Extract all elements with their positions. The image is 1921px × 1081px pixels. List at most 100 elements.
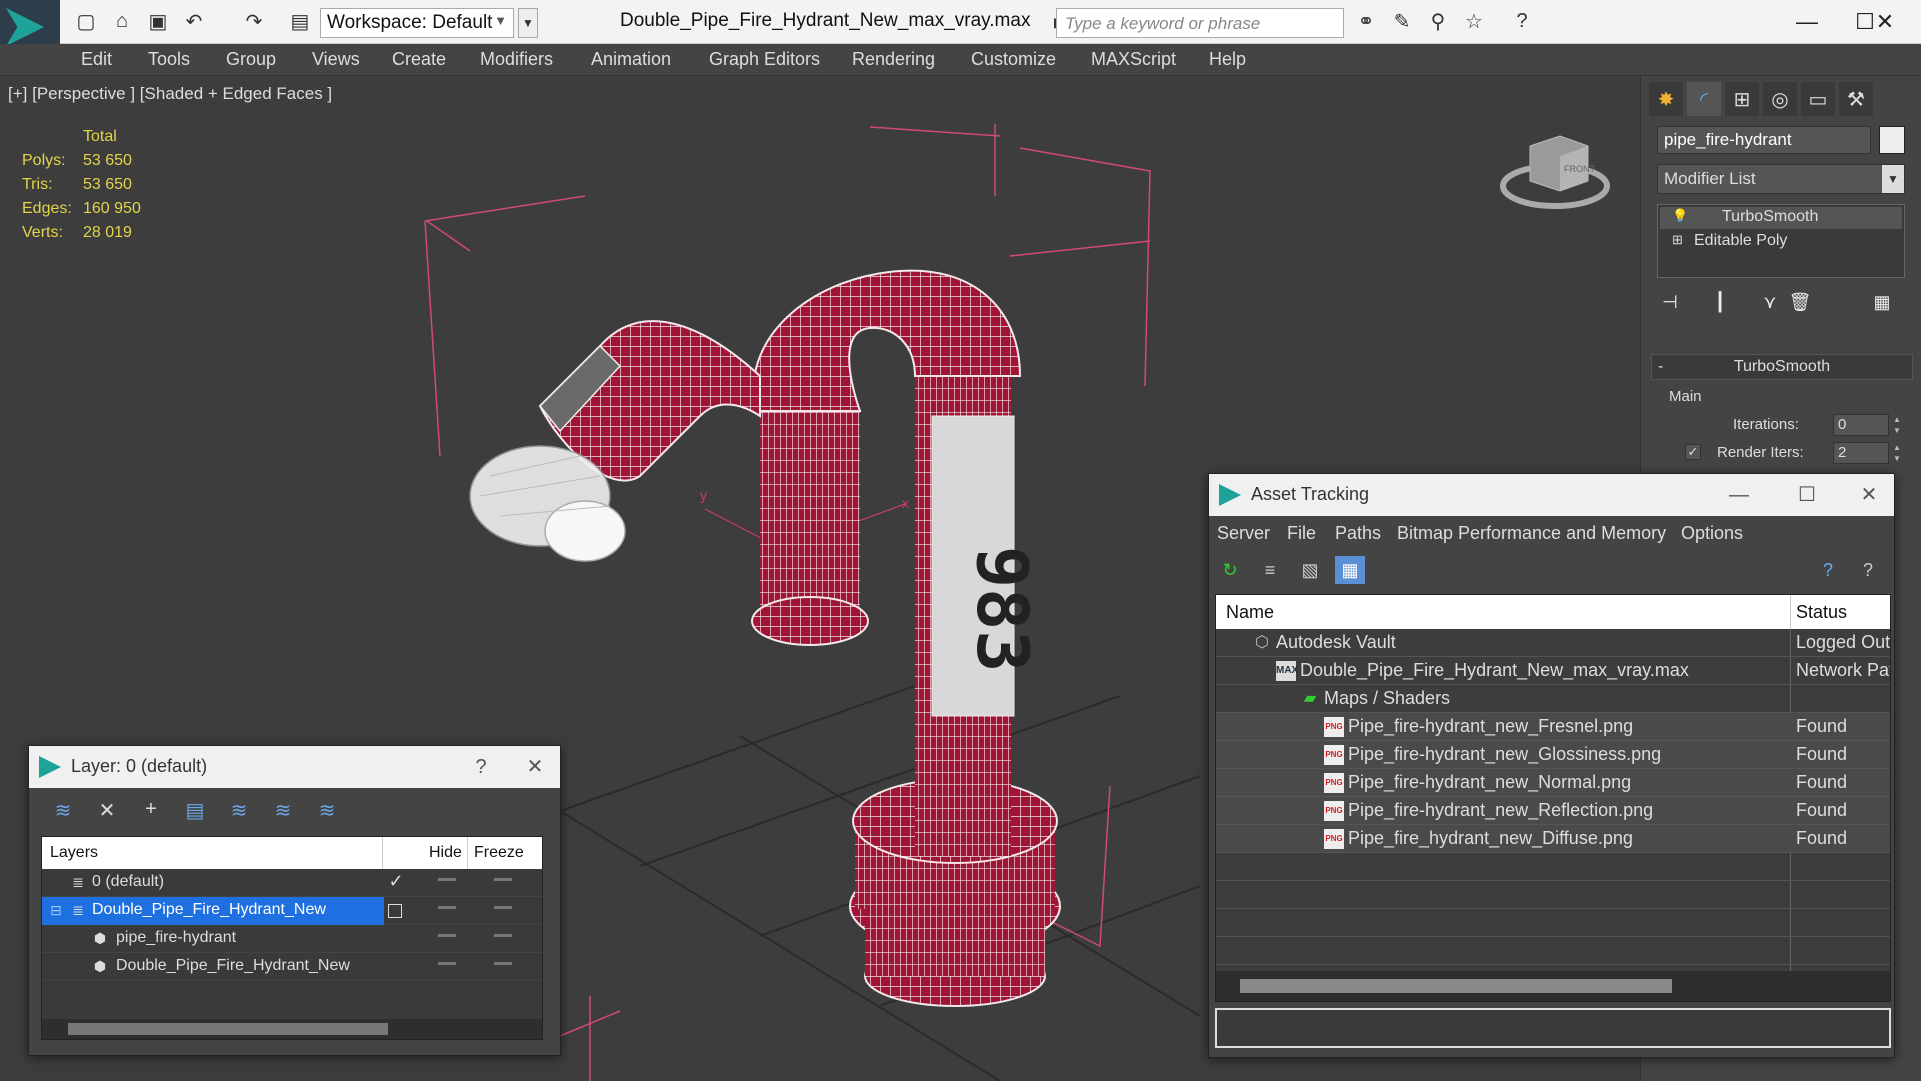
horizontal-scrollbar[interactable] [42, 1019, 542, 1039]
workspace-dropdown[interactable]: Workspace: Default ▼ [320, 8, 514, 38]
utilities-tab-icon[interactable]: ⚒ [1839, 82, 1873, 116]
column-layers[interactable]: Layers [50, 844, 98, 862]
freeze-toggle[interactable] [494, 962, 512, 965]
refresh-icon[interactable]: ↻ [1215, 556, 1245, 584]
set-active-layer-checkbox[interactable] [388, 904, 402, 918]
layer-row[interactable]: ⬢ pipe_fire-hydrant [42, 925, 542, 953]
active-layer-checkmark-icon[interactable]: ✓ [388, 871, 404, 891]
search-input[interactable]: Type a keyword or phrase [1056, 8, 1344, 38]
layer-row[interactable]: ⊟ ≣ Double_Pipe_Fire_Hydrant_New [42, 897, 542, 925]
motion-tab-icon[interactable]: ◎ [1763, 82, 1797, 116]
table-view-icon[interactable]: ▦ [1335, 556, 1365, 584]
menu-help[interactable]: Help [1209, 49, 1246, 70]
asset-row[interactable]: ⬡ Autodesk Vault Logged Out [1216, 629, 1890, 657]
object-color-swatch[interactable] [1879, 126, 1905, 154]
star-icon[interactable]: ☆ [1460, 8, 1488, 34]
menu-rendering[interactable]: Rendering [852, 49, 935, 70]
menu-views[interactable]: Views [312, 49, 360, 70]
hide-toggle[interactable] [438, 934, 456, 937]
freeze-toggle[interactable] [494, 906, 512, 909]
list-view-icon[interactable]: ≡ [1255, 556, 1285, 584]
context-help-icon[interactable]: ? [1853, 556, 1883, 584]
asset-row[interactable]: MAX Double_Pipe_Fire_Hydrant_New_max_vra… [1216, 657, 1890, 685]
add-to-layer-icon[interactable]: + [137, 798, 165, 824]
project-folder-icon[interactable]: ▤ [286, 8, 314, 34]
hide-toggle[interactable] [438, 962, 456, 965]
layer-row[interactable]: ≣ 0 (default) ✓ [42, 869, 542, 897]
hierarchy-tab-icon[interactable]: ⊞ [1725, 82, 1759, 116]
select-layer-icon[interactable]: ≋ [225, 798, 253, 824]
asset-path-field[interactable] [1215, 1008, 1891, 1048]
minimize-icon[interactable]: — [1784, 4, 1830, 40]
open-file-icon[interactable]: ⌂ [108, 8, 136, 34]
create-tab-icon[interactable]: ✸ [1649, 82, 1683, 116]
menu-create[interactable]: Create [392, 49, 446, 70]
menu-maxscript[interactable]: MAXScript [1091, 49, 1176, 70]
make-unique-icon[interactable]: ⋎ [1757, 292, 1783, 318]
close-icon[interactable]: ✕ [517, 752, 553, 782]
close-icon[interactable]: ✕ [1851, 480, 1887, 510]
highlight-layer-icon[interactable]: ≋ [269, 798, 297, 824]
column-freeze[interactable]: Freeze [474, 844, 524, 862]
configure-sets-icon[interactable]: ▦ [1869, 292, 1895, 318]
menu-tools[interactable]: Tools [148, 49, 190, 70]
undo-icon[interactable]: ↶ [180, 8, 208, 34]
pin-stack-icon[interactable]: ⊣ [1657, 292, 1683, 318]
help-button[interactable]: ? [463, 752, 499, 782]
stack-item-turbosmooth[interactable]: 💡 TurboSmooth [1660, 207, 1902, 229]
menu-options[interactable]: Options [1681, 523, 1743, 544]
collapse-icon[interactable]: ⊟ [48, 902, 64, 918]
workspace-menu-button[interactable]: ▼ [518, 8, 538, 38]
minimize-icon[interactable]: — [1721, 480, 1757, 510]
display-tab-icon[interactable]: ▭ [1801, 82, 1835, 116]
asset-row[interactable]: PNG Pipe_fire-hydrant_new_Glossiness.png… [1216, 741, 1890, 769]
column-hide[interactable]: Hide [429, 844, 462, 862]
create-layer-icon[interactable]: ≋ [49, 798, 77, 824]
help-icon[interactable]: ? [1813, 556, 1843, 584]
asset-row[interactable]: PNG Pipe_fire-hydrant_new_Fresnel.png Fo… [1216, 713, 1890, 741]
column-status[interactable]: Status [1796, 602, 1847, 623]
dialog-titlebar[interactable]: Asset Tracking — ☐ ✕ [1209, 474, 1894, 516]
stack-item-editable-poly[interactable]: ⊞ Editable Poly [1660, 231, 1902, 253]
thumbnail-view-icon[interactable]: ▧ [1295, 556, 1325, 584]
expand-icon[interactable]: ⊞ [1672, 232, 1683, 248]
remove-modifier-icon[interactable]: 🗑 [1787, 292, 1813, 318]
render-iters-spinner[interactable]: 2 [1833, 442, 1889, 464]
menu-paths[interactable]: Paths [1335, 523, 1381, 544]
dialog-titlebar[interactable]: Layer: 0 (default) ? ✕ [29, 746, 560, 788]
column-name[interactable]: Name [1226, 602, 1274, 623]
modify-tab-icon[interactable]: ◜ [1687, 82, 1721, 116]
rollout-header[interactable]: - TurboSmooth [1651, 354, 1913, 380]
scrollbar-thumb[interactable] [68, 1023, 388, 1035]
iterations-spinner[interactable]: 0 [1833, 414, 1889, 436]
freeze-toggle[interactable] [494, 934, 512, 937]
layer-row[interactable]: ⬢ Double_Pipe_Fire_Hydrant_New [42, 953, 542, 981]
menu-bitmap-performance[interactable]: Bitmap Performance and Memory [1397, 523, 1666, 544]
object-name-field[interactable]: pipe_fire-hydrant [1657, 126, 1871, 154]
select-objects-icon[interactable]: ▤ [181, 798, 209, 824]
binoculars-icon[interactable]: ⚭ [1352, 8, 1380, 34]
asset-row[interactable]: PNG Pipe_fire-hydrant_new_Normal.png Fou… [1216, 769, 1890, 797]
menu-file[interactable]: File [1287, 523, 1316, 544]
menu-graph-editors[interactable]: Graph Editors [709, 49, 820, 70]
close-icon[interactable]: ✕ [1862, 4, 1908, 40]
menu-edit[interactable]: Edit [81, 49, 112, 70]
maximize-icon[interactable]: ☐ [1789, 480, 1825, 510]
horizontal-scrollbar[interactable] [1216, 971, 1890, 1001]
view-cube[interactable]: FRONT [1500, 126, 1610, 216]
asset-row[interactable]: PNG Pipe_fire_hydrant_new_Diffuse.png Fo… [1216, 825, 1890, 853]
delete-layer-icon[interactable]: ✕ [93, 798, 121, 824]
wrench-icon[interactable]: ✎ [1388, 8, 1416, 34]
menu-modifiers[interactable]: Modifiers [480, 49, 553, 70]
connect-icon[interactable]: ⚲ [1424, 8, 1452, 34]
hide-layers-icon[interactable]: ≋ [313, 798, 341, 824]
menu-server[interactable]: Server [1217, 523, 1270, 544]
menu-customize[interactable]: Customize [971, 49, 1056, 70]
render-iters-checkbox[interactable]: ✓ [1685, 444, 1701, 460]
help-icon[interactable]: ? [1508, 8, 1536, 34]
save-icon[interactable]: ▣ [144, 8, 172, 34]
hide-toggle[interactable] [438, 878, 456, 881]
show-end-result-icon[interactable]: ┃ [1707, 292, 1733, 318]
spinner-arrows-icon[interactable]: ▲ ▼ [1891, 414, 1903, 436]
spinner-arrows-icon[interactable]: ▲ ▼ [1891, 442, 1903, 464]
